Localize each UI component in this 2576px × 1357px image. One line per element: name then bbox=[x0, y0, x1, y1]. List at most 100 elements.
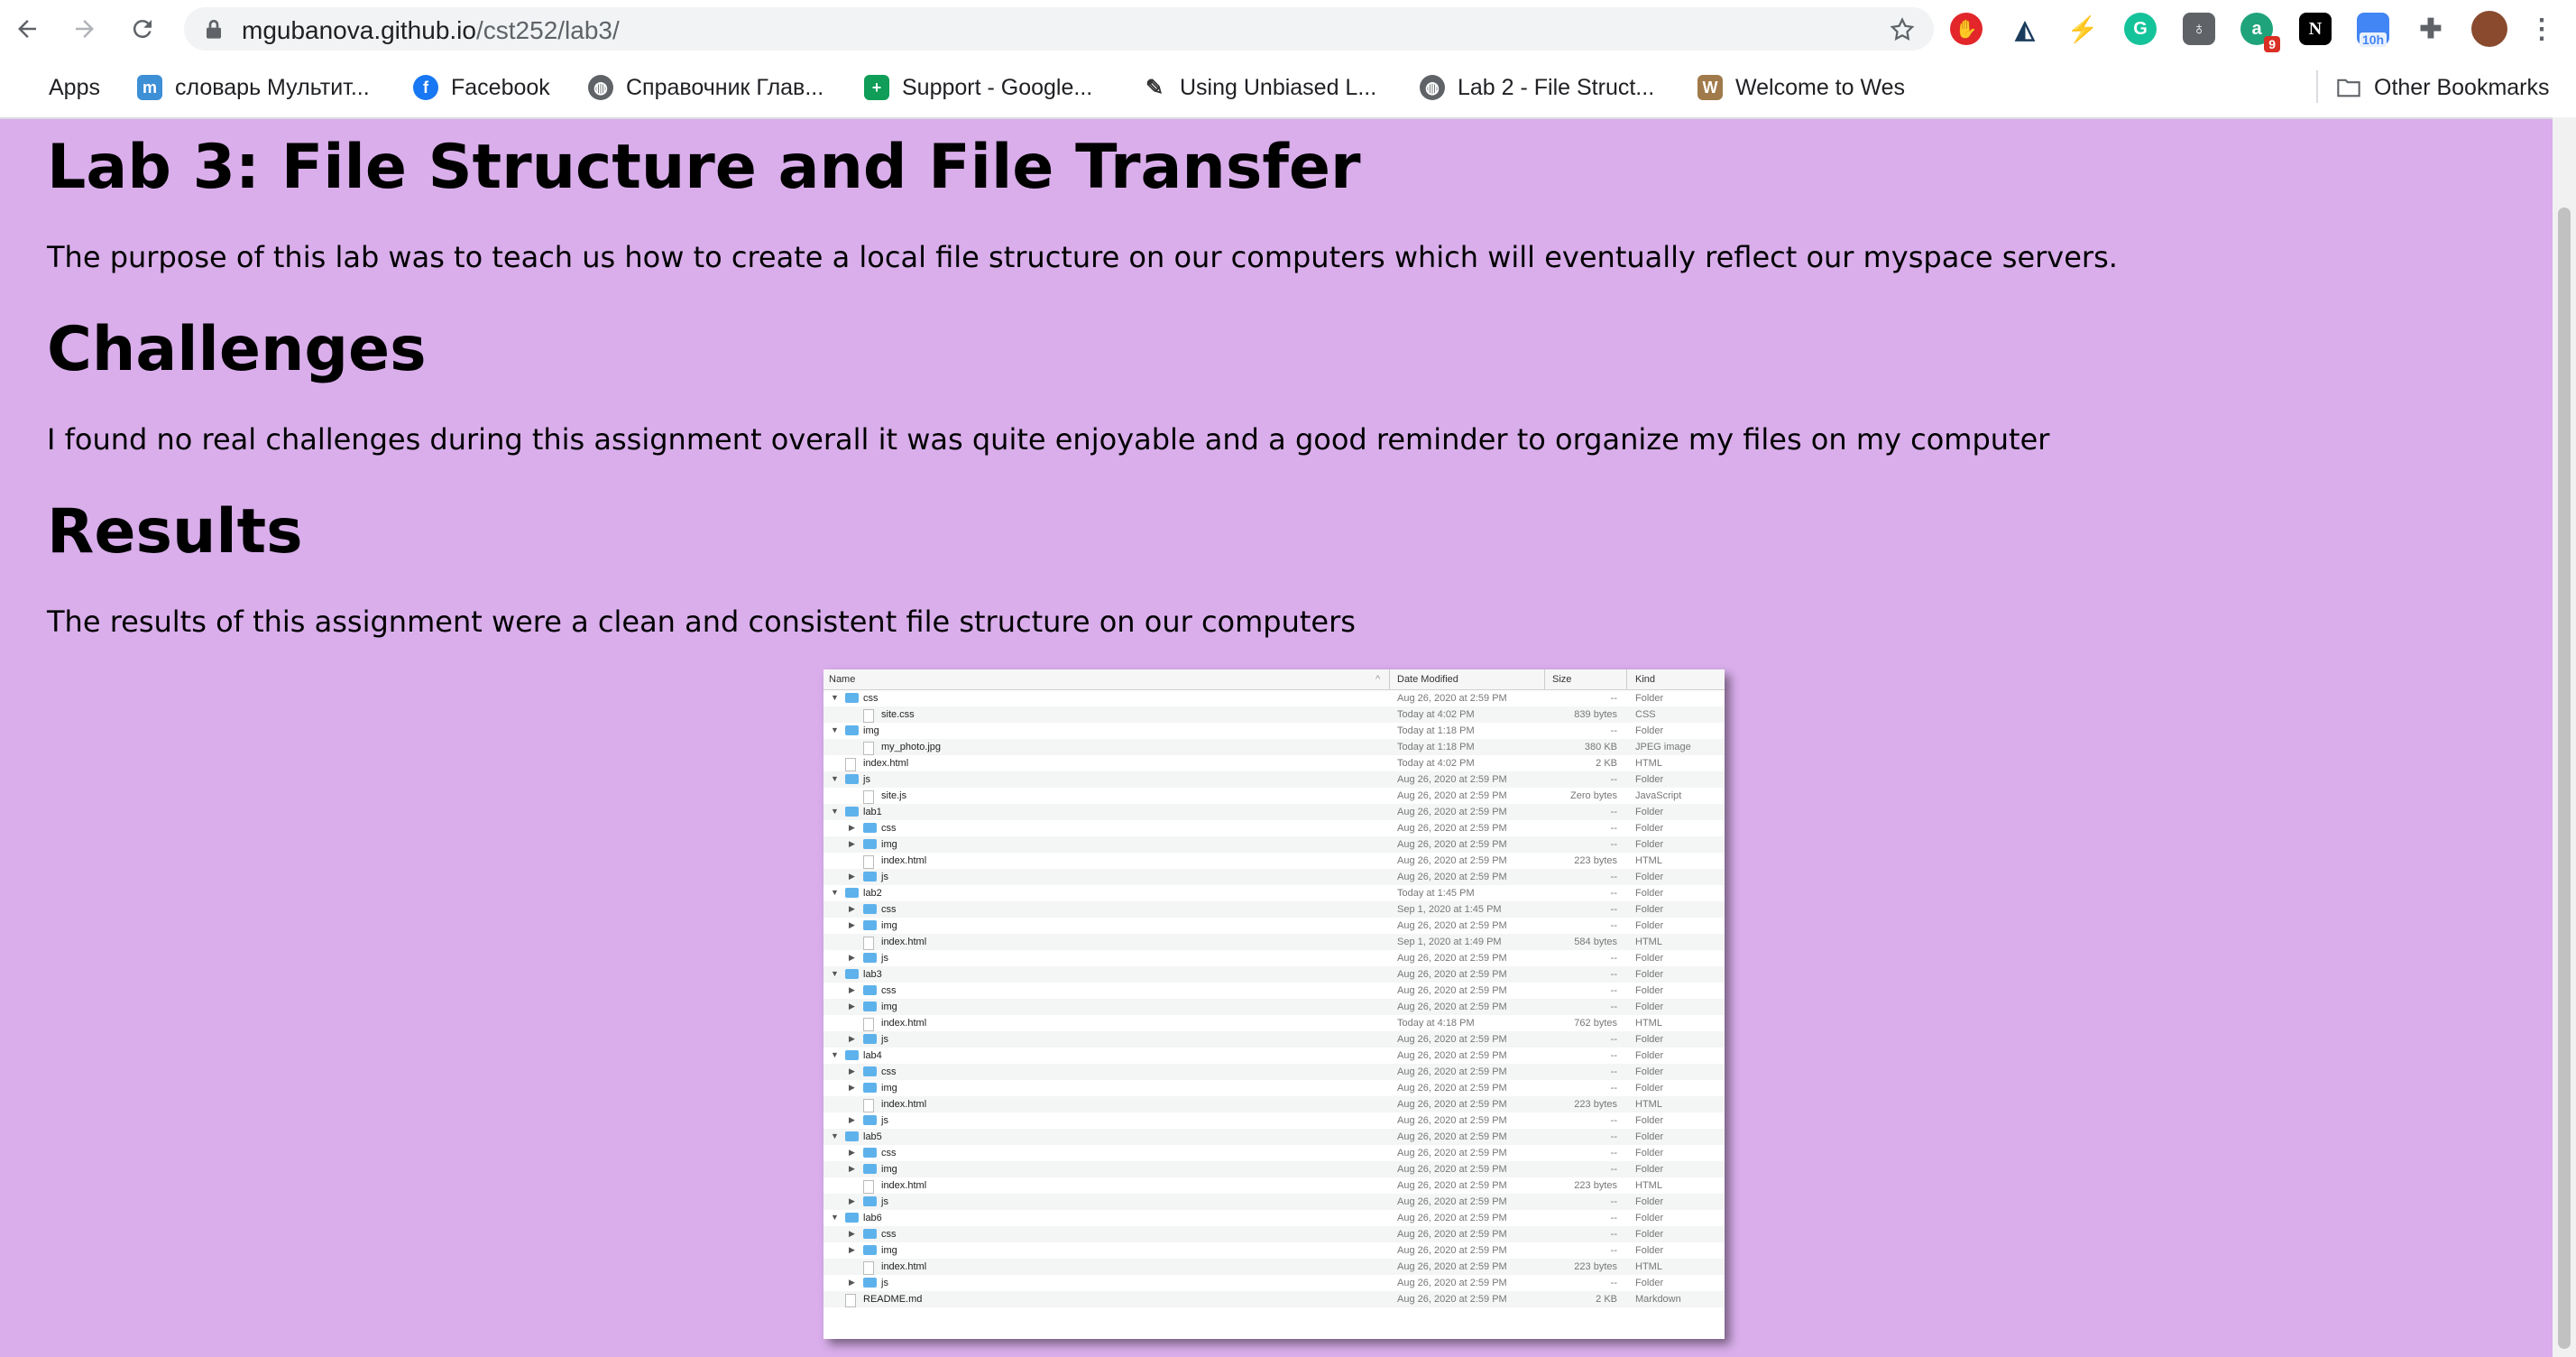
folder-icon bbox=[863, 823, 877, 833]
file-row: ▶ js Aug 26, 2020 at 2:59 PM -- Folder bbox=[823, 950, 1725, 966]
expanded-triangle-icon: ▼ bbox=[831, 888, 839, 897]
bookmark-star-icon[interactable] bbox=[1889, 16, 1916, 43]
collapsed-triangle-icon: ▶ bbox=[849, 1066, 855, 1075]
finder-header: Name ^ Date Modified Size Kind bbox=[823, 669, 1725, 690]
file-date: Aug 26, 2020 at 2:59 PM bbox=[1397, 1180, 1507, 1191]
url-path: /cst252/lab3/ bbox=[475, 16, 620, 44]
bolt-extension-icon[interactable]: ⚡ bbox=[2066, 13, 2099, 45]
file-size: -- bbox=[1610, 823, 1617, 834]
file-size: -- bbox=[1610, 920, 1617, 931]
file-size: -- bbox=[1610, 1066, 1617, 1077]
bookmark-label: Справочник Глав... bbox=[626, 74, 824, 100]
file-icon bbox=[863, 855, 874, 869]
file-name: css bbox=[863, 693, 879, 704]
file-row: ▶ img Aug 26, 2020 at 2:59 PM -- Folder bbox=[823, 999, 1725, 1015]
file-name: my_photo.jpg bbox=[881, 742, 942, 752]
file-row: ▶ css Aug 26, 2020 at 2:59 PM -- Folder bbox=[823, 1064, 1725, 1080]
bookmark-google-support[interactable]: + Support - Google... bbox=[864, 69, 1092, 106]
file-name: lab2 bbox=[863, 888, 882, 899]
profile-avatar[interactable] bbox=[2471, 11, 2507, 47]
folder-icon bbox=[863, 953, 877, 963]
bookmark-label: Lab 2 - File Struct... bbox=[1458, 74, 1655, 100]
forward-button[interactable] bbox=[67, 11, 103, 47]
file-size: 380 KB bbox=[1584, 742, 1617, 752]
scrollbar-thumb[interactable] bbox=[2558, 208, 2571, 1349]
file-date: Today at 4:02 PM bbox=[1397, 709, 1475, 720]
back-button[interactable] bbox=[9, 11, 45, 47]
timer-label: 10h bbox=[2359, 32, 2387, 47]
file-kind: Folder bbox=[1635, 725, 1664, 736]
file-row: ▶ css Aug 26, 2020 at 2:59 PM -- Folder bbox=[823, 1145, 1725, 1161]
file-date: Aug 26, 2020 at 2:59 PM bbox=[1397, 985, 1507, 996]
file-size: 762 bytes bbox=[1574, 1018, 1617, 1029]
file-kind: Folder bbox=[1635, 1148, 1664, 1159]
bookmark-facebook[interactable]: f Facebook bbox=[413, 69, 550, 106]
triangle-extension-icon[interactable]: ◭ bbox=[2009, 13, 2041, 45]
file-date: Aug 26, 2020 at 2:59 PM bbox=[1397, 1083, 1507, 1094]
notification-extension-icon[interactable]: a9 bbox=[2240, 13, 2280, 52]
apps-grid-icon bbox=[14, 77, 36, 98]
file-kind: Folder bbox=[1635, 1083, 1664, 1094]
challenges-heading: Challenges bbox=[47, 314, 427, 385]
bookmark-lab2[interactable]: ◍ Lab 2 - File Struct... bbox=[1420, 69, 1654, 106]
bookmark-apps[interactable]: Apps bbox=[14, 69, 100, 106]
file-size: -- bbox=[1610, 1034, 1617, 1045]
menu-kebab-icon[interactable]: ⋮ bbox=[2525, 13, 2558, 45]
file-size: -- bbox=[1610, 774, 1617, 785]
file-row: ▼ js Aug 26, 2020 at 2:59 PM -- Folder bbox=[823, 771, 1725, 788]
expanded-triangle-icon: ▼ bbox=[831, 693, 839, 702]
file-name: js bbox=[881, 1115, 888, 1126]
file-kind: Folder bbox=[1635, 888, 1664, 899]
file-kind: Folder bbox=[1635, 693, 1664, 704]
file-name: css bbox=[881, 1148, 897, 1159]
file-kind: Folder bbox=[1635, 807, 1664, 817]
file-date: Today at 1:18 PM bbox=[1397, 725, 1475, 736]
grammarly-extension-icon[interactable]: G bbox=[2124, 13, 2157, 45]
file-row: ▼ lab5 Aug 26, 2020 at 2:59 PM -- Folder bbox=[823, 1129, 1725, 1145]
collapsed-triangle-icon: ▶ bbox=[849, 1034, 855, 1043]
file-kind: Folder bbox=[1635, 1050, 1664, 1061]
file-date: Aug 26, 2020 at 2:59 PM bbox=[1397, 774, 1507, 785]
bookmark-welcome[interactable]: W Welcome to Wes bbox=[1697, 69, 1905, 106]
file-date: Aug 26, 2020 at 2:59 PM bbox=[1397, 1066, 1507, 1077]
notion-extension-icon[interactable]: N bbox=[2299, 13, 2332, 45]
back-arrow-icon bbox=[18, 20, 36, 38]
file-kind: Markdown bbox=[1635, 1294, 1681, 1305]
file-name: lab4 bbox=[863, 1050, 882, 1061]
bookmark-multitran[interactable]: m словарь Мультит... bbox=[137, 69, 370, 106]
folder-icon bbox=[863, 1034, 877, 1044]
file-date: Aug 26, 2020 at 2:59 PM bbox=[1397, 855, 1507, 866]
file-date: Aug 26, 2020 at 2:59 PM bbox=[1397, 790, 1507, 801]
file-row: index.html Sep 1, 2020 at 1:49 PM 584 byte… bbox=[823, 934, 1725, 950]
adblock-extension-icon[interactable]: ✋ bbox=[1950, 13, 1983, 45]
file-kind: JavaScript bbox=[1635, 790, 1682, 801]
file-size: -- bbox=[1610, 1245, 1617, 1256]
file-row: index.html Aug 26, 2020 at 2:59 PM 223 byt… bbox=[823, 1096, 1725, 1112]
file-row: ▶ js Aug 26, 2020 at 2:59 PM -- Folder bbox=[823, 1194, 1725, 1210]
bookmark-spravochnik[interactable]: ◍ Справочник Глав... bbox=[588, 69, 823, 106]
extensions-puzzle-icon[interactable]: ✚ bbox=[2415, 13, 2447, 45]
file-name: index.html bbox=[881, 1099, 927, 1110]
lightbulb-extension-icon[interactable]: ♁ bbox=[2183, 13, 2215, 45]
calendar-extension-icon[interactable]: 10h bbox=[2357, 13, 2389, 47]
reload-button[interactable] bbox=[124, 11, 161, 47]
file-date: Aug 26, 2020 at 2:59 PM bbox=[1397, 1278, 1507, 1288]
file-size: -- bbox=[1610, 725, 1617, 736]
page-title: Lab 3: File Structure and File Transfer bbox=[47, 132, 1361, 203]
address-bar[interactable]: mgubanova.github.io/cst252/lab3/ bbox=[184, 7, 1934, 51]
file-row: ▶ css Aug 26, 2020 at 2:59 PM -- Folder bbox=[823, 1226, 1725, 1242]
bookmark-other[interactable]: Other Bookmarks bbox=[2336, 69, 2550, 106]
file-name: index.html bbox=[863, 758, 909, 769]
file-kind: Folder bbox=[1635, 920, 1664, 931]
file-name: site.css bbox=[881, 709, 915, 720]
folder-icon bbox=[863, 1164, 877, 1174]
folder-icon bbox=[863, 839, 877, 849]
page-scrollbar[interactable] bbox=[2553, 117, 2576, 1357]
column-date: Date Modified bbox=[1397, 674, 1458, 685]
wes-logo-icon: W bbox=[1697, 75, 1723, 100]
file-date: Aug 26, 2020 at 2:59 PM bbox=[1397, 1196, 1507, 1207]
bookmark-unbiased[interactable]: ✎ Using Unbiased L... bbox=[1142, 69, 1376, 106]
collapsed-triangle-icon: ▶ bbox=[849, 985, 855, 994]
file-date: Today at 4:18 PM bbox=[1397, 1018, 1475, 1029]
file-name: img bbox=[881, 1002, 897, 1012]
